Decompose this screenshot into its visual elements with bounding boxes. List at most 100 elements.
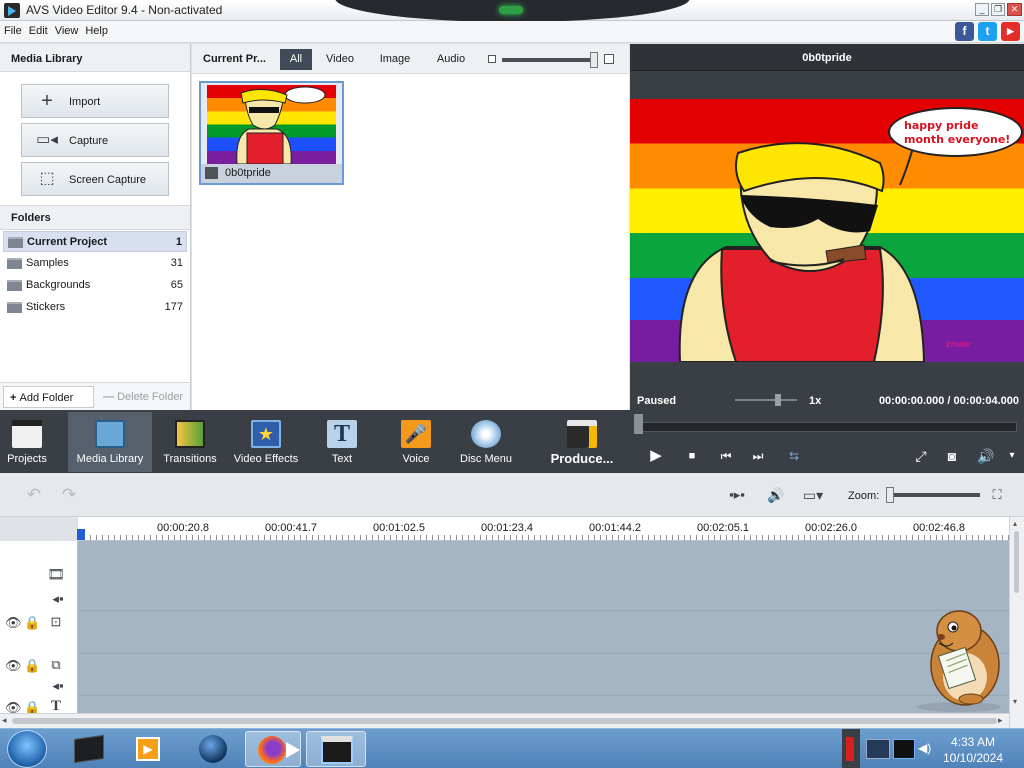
taskbar-app-avs-video-editor[interactable] [306,731,366,767]
lock-icon[interactable]: 🔒 [24,659,40,673]
close-button[interactable]: ✕ [1007,3,1022,16]
taskbar-app-media-player[interactable]: ▶ [122,731,178,767]
stop-icon[interactable]: ■ [682,446,702,466]
menu-view[interactable]: View [51,21,82,37]
timeline-toolbar: ↶ ↷ ▪▸▪ 🔊 ▭▾ Zoom: ⛶ [0,473,1024,517]
minimize-button[interactable]: _ [975,3,989,16]
volume-slider-handle[interactable] [775,394,781,406]
folder-samples[interactable]: Samples 31 [3,253,187,274]
next-frame-icon[interactable]: ⏭ [748,446,768,466]
thumb-size-slider[interactable] [502,58,592,62]
playback-speed[interactable]: 1x [809,395,821,407]
youtube-icon[interactable]: ▶ [1001,22,1020,41]
speaker-tray-icon[interactable]: ◀) [918,741,932,757]
delete-folder-button[interactable]: — Delete Folder [97,386,187,408]
storyboard-toggle-icon[interactable]: ▪▸▪ [724,486,750,504]
timeline-vertical-scrollbar[interactable]: ▴ ▾ [1009,517,1024,728]
previous-frame-icon[interactable]: ⏮ [716,446,736,466]
delete-folder-label: Delete Folder [117,391,184,403]
tray-warning-icon[interactable] [846,737,854,761]
firefox-icon [258,736,286,764]
thumb-size-slider-handle[interactable] [590,52,598,68]
projects-icon [12,420,42,448]
visibility-eye-icon[interactable]: 👁 [5,659,22,673]
speech-bubble: happy pride month everyone! [888,107,1023,157]
playback-scrubber[interactable] [637,422,1017,432]
timeline-horizontal-scrollbar[interactable]: ◂ ▸ [0,713,1009,728]
tab-audio[interactable]: Audio [428,49,474,70]
tab-image[interactable]: Image [372,49,418,70]
media-library-button[interactable]: Media Library [68,412,152,472]
menu-edit[interactable]: Edit [25,21,51,37]
folder-backgrounds[interactable]: Backgrounds 65 [3,275,187,296]
projects-button[interactable]: Projects [0,412,54,472]
folder-icon [7,302,22,313]
volume-dropdown-icon[interactable]: ▾ [1002,446,1022,466]
media-item[interactable]: 0b0tpride [199,81,344,185]
timeline-ruler[interactable]: 00:00:20.8 00:00:41.7 00:01:02.5 00:01:2… [78,517,1009,541]
video-effects-button[interactable]: ★ Video Effects [230,412,302,472]
taskbar-app-globe[interactable] [186,731,242,767]
redo-icon[interactable]: ↷ [57,486,81,504]
aspect-ratio-icon[interactable]: ▭▾ [796,486,830,504]
fullscreen-icon[interactable]: ⤢ [911,446,931,466]
timeline-tracks[interactable] [78,541,1009,713]
playback-scrubber-handle[interactable] [634,414,643,434]
import-button[interactable]: + Import [21,84,169,118]
scrollbar-thumb[interactable] [12,718,997,724]
disc-menu-button[interactable]: Disc Menu [456,412,516,472]
volume-icon[interactable]: 🔊 [976,446,996,466]
video-track-icon: 🎞 [47,566,65,582]
folder-stickers[interactable]: Stickers 177 [3,297,187,318]
fit-timeline-icon[interactable]: ⛶ [987,486,1007,504]
scroll-right-icon[interactable]: ▸ [998,715,1003,726]
scroll-left-icon[interactable]: ◂ [2,715,7,726]
voice-button[interactable]: 🎤 Voice [388,412,444,472]
network-icon[interactable] [866,739,890,759]
audio-mixer-icon[interactable]: 🔊 [762,486,790,504]
text-button[interactable]: T Text [314,412,370,472]
system-clock[interactable]: 4:33 AM 10/10/2024 [938,734,1008,766]
transitions-button[interactable]: Transitions [158,412,222,472]
clock-time: 4:33 AM [950,735,996,749]
scrollbar-thumb[interactable] [1014,531,1019,593]
add-folder-button[interactable]: + Add Folder [3,386,94,408]
overlay-audio-icon[interactable]: ◂▪ [50,679,66,693]
zoom-label: Zoom: [848,490,880,502]
playhead-marker[interactable] [77,529,85,540]
menu-help[interactable]: Help [81,21,111,37]
produce-button[interactable]: Produce... [546,412,618,472]
taskbar-app-firefox[interactable] [245,731,301,767]
screen-capture-button[interactable]: ⬚ Screen Capture [21,162,169,196]
timeline-zoom-handle[interactable] [886,487,894,503]
scroll-down-icon[interactable]: ▾ [1013,697,1017,706]
lock-icon[interactable]: 🔒 [24,616,40,630]
thumb-size-large-icon[interactable] [604,54,614,64]
track-divider [78,610,1009,611]
preview-video-frame[interactable]: happy pride month everyone! zmaw [630,99,1024,362]
voice-label: Voice [402,453,430,465]
video-audio-icon[interactable]: ◂▪ [50,592,66,606]
thumb-size-small-icon[interactable] [488,55,496,63]
tab-all[interactable]: All [280,49,312,70]
capture-button[interactable]: ▭◂ Capture [21,123,169,157]
taskbar-app-terminal[interactable] [62,731,118,767]
twitter-icon[interactable]: t [978,22,997,41]
menu-file[interactable]: File [0,21,25,37]
taskbar: ▶ ◀) 4:33 AM 10/10/2024 [0,728,1024,768]
visibility-eye-icon[interactable]: 👁 [5,616,22,630]
undo-icon[interactable]: ↶ [22,486,46,504]
snapshot-icon[interactable]: ◙ [942,446,962,466]
facebook-icon[interactable]: f [955,22,974,41]
transitions-label: Transitions [163,453,217,465]
maximize-button[interactable]: ❐ [991,3,1005,16]
split-icon[interactable]: ⇆ [784,446,804,466]
timeline-zoom-slider[interactable] [890,493,980,497]
scroll-up-icon[interactable]: ▴ [1013,519,1017,528]
play-icon[interactable]: ▶ [646,446,666,466]
start-button[interactable] [7,730,47,768]
tray-app-icon[interactable] [893,739,915,759]
folder-current-project[interactable]: Current Project 1 [3,231,187,252]
volume-slider[interactable] [735,399,797,401]
tab-video[interactable]: Video [320,49,360,70]
